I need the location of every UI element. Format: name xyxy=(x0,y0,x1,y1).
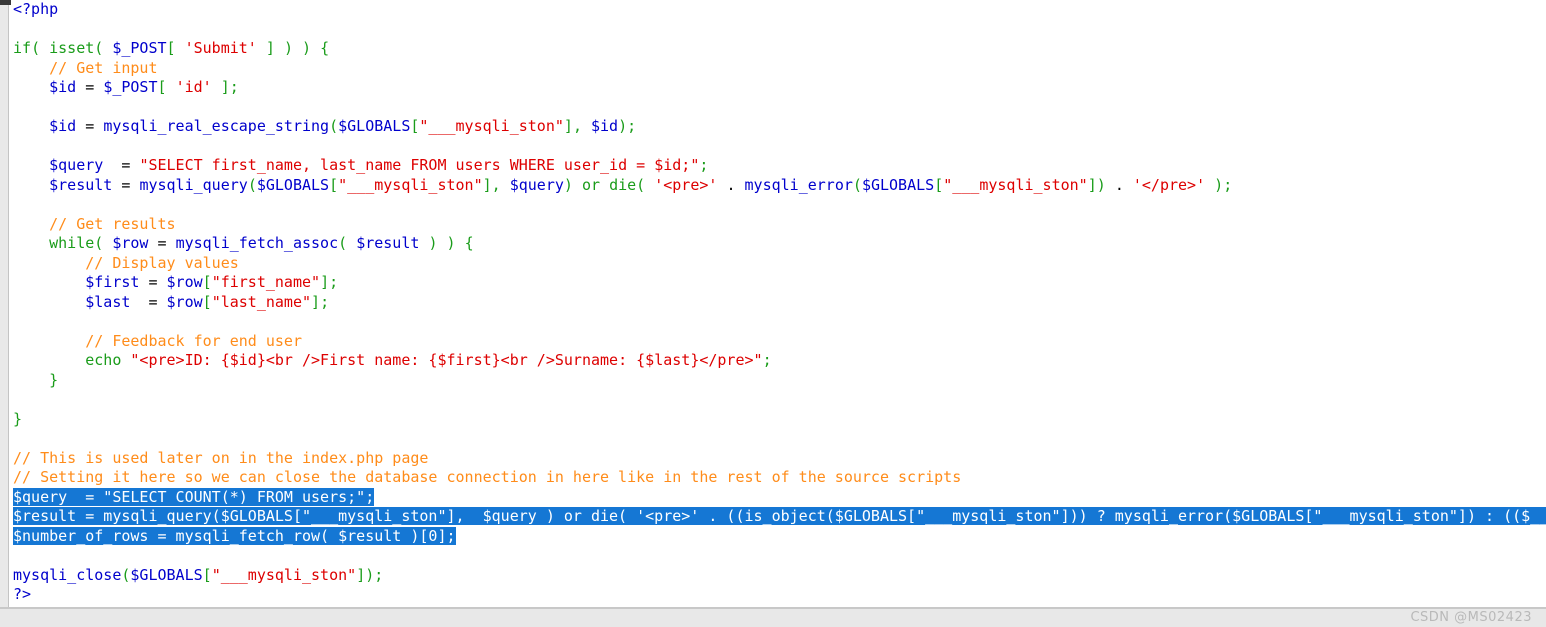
code-line[interactable]: // Setting it here so we can close the d… xyxy=(10,468,1546,488)
code-line[interactable] xyxy=(10,429,1546,449)
code-line[interactable] xyxy=(10,20,1546,40)
editor-gutter xyxy=(0,0,9,607)
code-line[interactable]: // Get results xyxy=(10,215,1546,235)
code-line[interactable]: // This is used later on in the index.ph… xyxy=(10,449,1546,469)
code-line[interactable]: mysqli_close($GLOBALS["___mysqli_ston"])… xyxy=(10,566,1546,586)
code-line-selected[interactable]: $query = "SELECT COUNT(*) FROM users;"; xyxy=(10,487,1546,508)
code-line-selected[interactable]: $number_of_rows = mysqli_fetch_row( $res… xyxy=(10,526,1546,547)
code-line[interactable] xyxy=(10,312,1546,332)
csdn-watermark: CSDN @MS02423 xyxy=(1410,610,1532,625)
code-line[interactable]: // Get input xyxy=(10,59,1546,79)
php-source-code[interactable]: <?php if( isset( $_POST[ 'Submit' ] ) ) … xyxy=(10,0,1546,605)
code-line[interactable] xyxy=(10,98,1546,118)
code-scroll-area[interactable]: <?php if( isset( $_POST[ 'Submit' ] ) ) … xyxy=(10,0,1546,607)
code-line[interactable]: // Display values xyxy=(10,254,1546,274)
code-line[interactable]: if( isset( $_POST[ 'Submit' ] ) ) { xyxy=(10,39,1546,59)
code-line[interactable]: $result = mysqli_query($GLOBALS["___mysq… xyxy=(10,176,1546,196)
code-line[interactable]: ?> xyxy=(10,585,1546,605)
code-line[interactable]: // Feedback for end user xyxy=(10,332,1546,352)
code-line[interactable]: while( $row = mysqli_fetch_assoc( $resul… xyxy=(10,234,1546,254)
code-line[interactable]: } xyxy=(10,371,1546,391)
selection-highlight: $number_of_rows = mysqli_fetch_row( $res… xyxy=(13,526,456,545)
code-line[interactable] xyxy=(10,137,1546,157)
code-line[interactable]: $last = $row["last_name"]; xyxy=(10,293,1546,313)
code-line-selected[interactable]: $result = mysqli_query($GLOBALS["___mysq… xyxy=(10,507,1546,527)
selection-highlight: $result = mysqli_query($GLOBALS["___mysq… xyxy=(13,507,1546,525)
code-line[interactable] xyxy=(10,546,1546,566)
code-line[interactable]: $first = $row["first_name"]; xyxy=(10,273,1546,293)
code-line[interactable]: echo "<pre>ID: {$id}<br />First name: {$… xyxy=(10,351,1546,371)
code-line[interactable]: <?php xyxy=(10,0,1546,20)
code-line[interactable]: $id = mysqli_real_escape_string($GLOBALS… xyxy=(10,117,1546,137)
code-line[interactable]: $query = "SELECT first_name, last_name F… xyxy=(10,156,1546,176)
code-line[interactable]: $id = $_POST[ 'id' ]; xyxy=(10,78,1546,98)
selection-highlight: $query = "SELECT COUNT(*) FROM users;"; xyxy=(13,487,375,506)
code-panel: <?php if( isset( $_POST[ 'Submit' ] ) ) … xyxy=(0,0,1546,609)
code-line[interactable] xyxy=(10,390,1546,410)
code-line[interactable]: } xyxy=(10,410,1546,430)
code-viewer-window: <?php if( isset( $_POST[ 'Submit' ] ) ) … xyxy=(0,0,1546,627)
code-line[interactable] xyxy=(10,195,1546,215)
